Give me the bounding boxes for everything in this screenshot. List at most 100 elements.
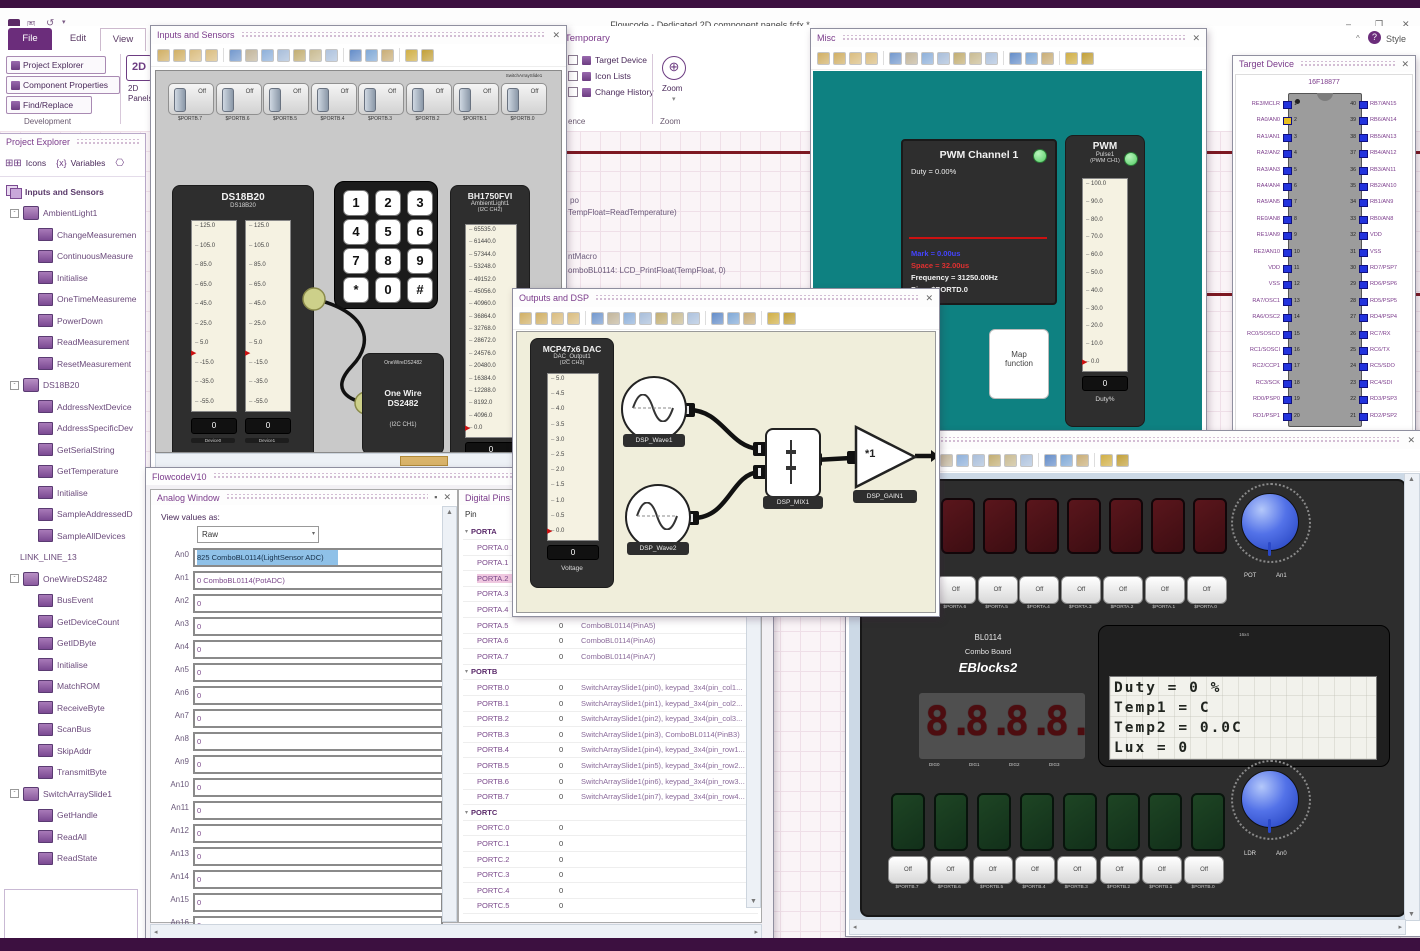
tree-item-scanbus[interactable]: ScanBus	[4, 719, 145, 741]
slide-switch[interactable]: Off	[310, 83, 357, 115]
2d-panel-icon[interactable]: 2D	[126, 55, 152, 81]
slider-marker[interactable]: ▶	[465, 425, 470, 432]
tree-item-initialise[interactable]: Initialise	[4, 654, 145, 676]
toolbar-icon[interactable]	[567, 311, 580, 325]
tree-item-ambientlight1[interactable]: - AmbientLight1	[4, 203, 145, 225]
toolbar-icon[interactable]	[783, 311, 796, 325]
toolbar-icon[interactable]	[1041, 51, 1054, 65]
toolbar-icon[interactable]	[551, 311, 564, 325]
toolbar-icon[interactable]	[937, 51, 950, 65]
port-b-button[interactable]: Off	[1057, 856, 1098, 884]
pin-indicator[interactable]	[1359, 379, 1368, 388]
port-a-button[interactable]: Off	[1019, 576, 1060, 604]
toolbar-icon[interactable]	[1060, 453, 1073, 467]
toolbar-icon[interactable]	[743, 311, 756, 325]
toolbar-icon[interactable]	[940, 453, 953, 467]
digital-row-portb.1[interactable]: PORTB.1 0 SwitchArraySlide1(pin1), keypad_…	[463, 696, 758, 712]
pin-indicator[interactable]	[1283, 265, 1292, 273]
toolbar-icon[interactable]	[956, 453, 969, 467]
toolbar-icon[interactable]	[953, 51, 966, 65]
tree-item-onetimemeasureme[interactable]: OneTimeMeasureme	[4, 289, 145, 311]
find-replace-button[interactable]: Find/Replace	[6, 96, 92, 114]
keypad-key-6[interactable]: 6	[407, 219, 433, 245]
pwm-scope-component[interactable]: PWM Channel 1 Duty = 0.00% Mark = 0.00us…	[901, 139, 1057, 305]
pin-indicator[interactable]	[1359, 150, 1368, 159]
toolbar-icon[interactable]	[1100, 453, 1113, 467]
switch-knob[interactable]	[411, 88, 424, 112]
tree-item-readall[interactable]: ReadAll	[4, 826, 145, 848]
toolbar-icon[interactable]	[277, 48, 290, 62]
inputs-window-titlebar[interactable]: Inputs and Sensors ✕	[151, 26, 566, 44]
analog-row-value[interactable]: 0	[193, 709, 443, 728]
tree-item-receivebyte[interactable]: ReceiveByte	[4, 697, 145, 719]
slide-switch[interactable]: Off	[358, 83, 404, 115]
toolbar-icon[interactable]	[591, 311, 604, 325]
tab-file[interactable]: File	[8, 28, 52, 50]
pin-indicator[interactable]	[1359, 166, 1368, 175]
toolbar-icon[interactable]	[687, 311, 700, 325]
port-b-button[interactable]: Off	[972, 856, 1013, 884]
pin-indicator[interactable]	[1283, 183, 1292, 191]
close-icon[interactable]: ✕	[552, 30, 560, 40]
pin-indicator[interactable]	[1359, 412, 1368, 421]
tab-temporary[interactable]: Temporary	[565, 28, 625, 50]
scrollbar-thumb[interactable]	[400, 456, 448, 466]
digital-row-portb[interactable]: ▾ PORTB	[463, 664, 758, 681]
map-function-box[interactable]: Map function	[989, 329, 1049, 399]
expander-icon[interactable]: -	[10, 380, 19, 390]
analog-row-value[interactable]: 0	[193, 893, 443, 912]
tree-item-switcharrayslide1[interactable]: - SwitchArraySlide1	[4, 783, 145, 805]
slide-switch[interactable]: Off	[263, 83, 309, 115]
ribbon-collapse-icon[interactable]: ^	[1356, 34, 1360, 43]
expander-icon[interactable]: -	[10, 789, 19, 799]
tree-item-sampleaddressedd[interactable]: SampleAddressedD	[4, 504, 145, 526]
pin-indicator[interactable]	[1359, 232, 1368, 241]
target-window-titlebar[interactable]: Target Device ✕	[1233, 56, 1415, 72]
tab-extra[interactable]: ⎔	[110, 150, 129, 176]
slide-switch[interactable]: Off	[168, 83, 214, 115]
switch-knob[interactable]	[364, 88, 376, 112]
tree-item-skipaddr[interactable]: SkipAddr	[4, 740, 145, 762]
analog-row-value[interactable]: 0	[193, 778, 443, 797]
switch-knob[interactable]	[316, 88, 329, 112]
analog-row-value[interactable]: 0	[193, 732, 443, 751]
toolbar-icon[interactable]	[293, 48, 306, 62]
digital-row-portb.7[interactable]: PORTB.7 0 SwitchArraySlide1(pin7), keypad_…	[463, 789, 758, 806]
pwm-slider-component[interactable]: PWM Pulse1 (PWM CH1) 100.090.080.070.060…	[1065, 135, 1145, 427]
expander-icon[interactable]: ▾	[465, 668, 468, 675]
pin-indicator[interactable]	[1359, 248, 1368, 257]
view-check-change-history[interactable]: Change History	[568, 87, 654, 97]
analog-row-value[interactable]: 0	[193, 824, 443, 843]
digital-row-portc.0[interactable]: PORTC.0 0	[463, 820, 758, 837]
toolbar-icon[interactable]	[1065, 51, 1078, 65]
digital-row-portb.0[interactable]: PORTB.0 0 SwitchArraySlide1(pin0), keypad_…	[463, 680, 758, 696]
analog-row-value[interactable]: 0	[193, 640, 443, 659]
dsp-gain-component[interactable]: *1 DSP_GAIN1	[853, 424, 919, 503]
toolbar-icon[interactable]	[865, 51, 878, 65]
tree-item-resetmeasurement[interactable]: ResetMeasurement	[4, 353, 145, 375]
toolbar-icon[interactable]	[639, 311, 652, 325]
digital-row-portc.1[interactable]: PORTC.1 0	[463, 836, 758, 852]
dsp-wave1-component[interactable]: DSP_Wave1	[621, 376, 691, 456]
port-b-button[interactable]: Off	[1014, 856, 1055, 884]
toolbar-icon[interactable]	[988, 453, 1001, 467]
tree-item-addressnextdevice[interactable]: AddressNextDevice	[4, 396, 145, 418]
pin-indicator[interactable]	[1283, 314, 1292, 323]
toolbar-icon[interactable]	[1116, 453, 1129, 467]
pin-indicator[interactable]	[1283, 215, 1292, 224]
slider-marker[interactable]: ▶	[191, 350, 196, 357]
tab-icons[interactable]: ⊞⊞ Icons	[0, 150, 51, 176]
analog-row-value[interactable]: 0	[193, 663, 443, 682]
digital-row-portb.5[interactable]: PORTB.5 0 SwitchArraySlide1(pin5), keypad_…	[463, 758, 758, 774]
tree-item-initialise[interactable]: Initialise	[4, 267, 145, 289]
dsp-wave2-component[interactable]: DSP_Wave2	[625, 484, 695, 564]
pin-indicator[interactable]	[1283, 281, 1292, 290]
toolbar-icon[interactable]	[421, 48, 434, 62]
toolbar-icon[interactable]	[245, 48, 258, 62]
pin-indicator[interactable]	[1283, 133, 1292, 142]
toolbar-icon[interactable]	[1020, 453, 1033, 467]
toolbar-icon[interactable]	[972, 453, 985, 467]
port-a-button[interactable]: Off	[935, 576, 976, 604]
slider-marker[interactable]: ▶	[1082, 359, 1087, 366]
pin-indicator[interactable]	[1359, 265, 1368, 273]
